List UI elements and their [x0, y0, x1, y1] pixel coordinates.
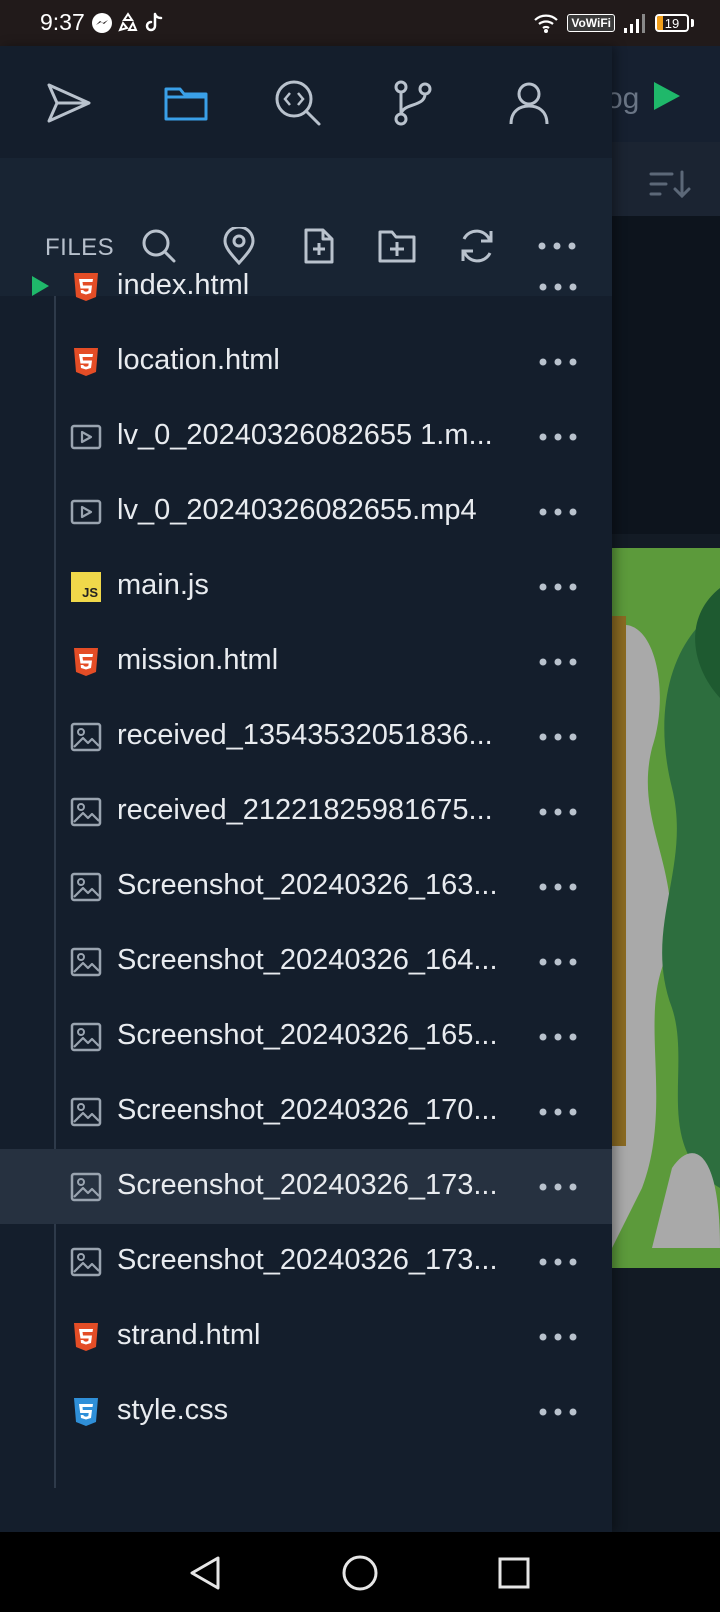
file-name: index.html — [117, 269, 250, 301]
file-name: strand.html — [117, 1319, 261, 1351]
more-icon[interactable] — [536, 1096, 580, 1128]
run-icon[interactable] — [652, 80, 682, 112]
file-name: Screenshot_20240326_170... — [117, 1094, 498, 1126]
file-tree: index.html location.html lv_0_202403260826… — [0, 249, 612, 1449]
vowifi-badge: VoWiFi — [567, 14, 615, 32]
git-branch-icon[interactable] — [388, 78, 438, 128]
file-name: mission.html — [117, 644, 279, 676]
home-nav-icon[interactable] — [339, 1552, 381, 1594]
wifi-icon — [534, 14, 559, 33]
image-file-icon — [70, 1171, 102, 1203]
file-row[interactable]: Screenshot_20240326_165... — [0, 999, 612, 1074]
file-row[interactable]: style.css — [0, 1374, 612, 1449]
tiktok-icon — [145, 12, 163, 32]
folder-icon[interactable] — [161, 78, 211, 128]
status-time: 9:37 — [40, 9, 85, 35]
file-row[interactable]: received_21221825981675... — [0, 774, 612, 849]
more-icon[interactable] — [536, 721, 580, 753]
back-nav-icon[interactable] — [184, 1552, 226, 1594]
more-icon[interactable] — [536, 346, 580, 378]
more-icon[interactable] — [536, 1246, 580, 1278]
image-file-icon — [70, 871, 102, 903]
recycle-icon — [118, 12, 138, 32]
file-name: Screenshot_20240326_173... — [117, 1169, 498, 1201]
more-icon[interactable] — [536, 1396, 580, 1428]
video-file-icon — [70, 421, 102, 453]
battery-icon: 19 — [655, 14, 689, 32]
file-name: main.js — [117, 569, 209, 601]
more-icon[interactable] — [536, 1321, 580, 1353]
more-icon[interactable] — [536, 796, 580, 828]
signal-icon — [624, 14, 645, 33]
file-row[interactable]: lv_0_20240326082655 1.m... — [0, 399, 612, 474]
image-file-icon — [70, 721, 102, 753]
file-name: style.css — [117, 1394, 229, 1426]
code-search-icon[interactable] — [273, 78, 323, 128]
image-file-icon — [70, 946, 102, 978]
file-row[interactable]: Screenshot_20240326_163... — [0, 849, 612, 924]
file-name: Screenshot_20240326_165... — [117, 1019, 498, 1051]
js-file-icon: JS — [70, 571, 102, 603]
html-file-icon — [70, 271, 102, 303]
more-icon[interactable] — [536, 421, 580, 453]
file-row[interactable]: index.html — [0, 249, 612, 324]
preview-image — [612, 548, 720, 1268]
image-file-icon — [70, 796, 102, 828]
file-row[interactable]: strand.html — [0, 1299, 612, 1374]
file-row[interactable]: location.html — [0, 324, 612, 399]
image-file-icon — [70, 1246, 102, 1278]
recents-nav-icon[interactable] — [493, 1552, 535, 1594]
navigation-bar — [0, 1532, 720, 1612]
more-icon[interactable] — [536, 571, 580, 603]
more-icon[interactable] — [536, 871, 580, 903]
sort-icon[interactable] — [648, 168, 692, 202]
more-icon[interactable] — [536, 1021, 580, 1053]
css-file-icon — [70, 1396, 102, 1428]
file-drawer: FILES index.html location.html lv_0_202403… — [0, 46, 612, 1532]
editor-empty-area — [612, 1268, 720, 1532]
file-row[interactable]: Screenshot_20240326_170... — [0, 1074, 612, 1149]
file-name: received_13543532051836... — [117, 719, 493, 751]
run-indicator-icon — [32, 276, 49, 296]
battery-tip — [691, 19, 694, 27]
image-file-icon — [70, 1021, 102, 1053]
file-name: Screenshot_20240326_163... — [117, 869, 498, 901]
more-icon[interactable] — [536, 646, 580, 678]
file-row[interactable]: Screenshot_20240326_173... — [0, 1224, 612, 1299]
status-bar: 9:37 VoWiFi 19 — [0, 0, 720, 46]
more-icon[interactable] — [536, 496, 580, 528]
file-row[interactable]: JS main.js — [0, 549, 612, 624]
file-row[interactable]: received_13543532051836... — [0, 699, 612, 774]
messenger-icon — [92, 13, 112, 33]
file-name: received_21221825981675... — [117, 794, 493, 826]
video-file-icon — [70, 496, 102, 528]
file-row[interactable]: Screenshot_20240326_164... — [0, 924, 612, 999]
file-name: Screenshot_20240326_173... — [117, 1244, 498, 1276]
file-row[interactable]: mission.html — [0, 624, 612, 699]
image-file-icon — [70, 1096, 102, 1128]
file-name: Screenshot_20240326_164... — [117, 944, 498, 976]
file-name: location.html — [117, 344, 280, 376]
file-row[interactable]: lv_0_20240326082655.mp4 — [0, 474, 612, 549]
more-icon[interactable] — [536, 946, 580, 978]
battery-level: 19 — [664, 15, 680, 31]
file-name: lv_0_20240326082655.mp4 — [117, 494, 477, 526]
send-icon[interactable] — [44, 78, 94, 128]
user-icon[interactable] — [504, 78, 554, 128]
more-icon[interactable] — [536, 271, 580, 303]
file-name: lv_0_20240326082655 1.m... — [117, 419, 493, 451]
drawer-tab-bar — [0, 46, 612, 158]
more-icon[interactable] — [536, 1171, 580, 1203]
html-file-icon — [70, 1321, 102, 1353]
html-file-icon — [70, 646, 102, 678]
html-file-icon — [70, 346, 102, 378]
file-row[interactable]: Screenshot_20240326_173... — [0, 1149, 612, 1224]
